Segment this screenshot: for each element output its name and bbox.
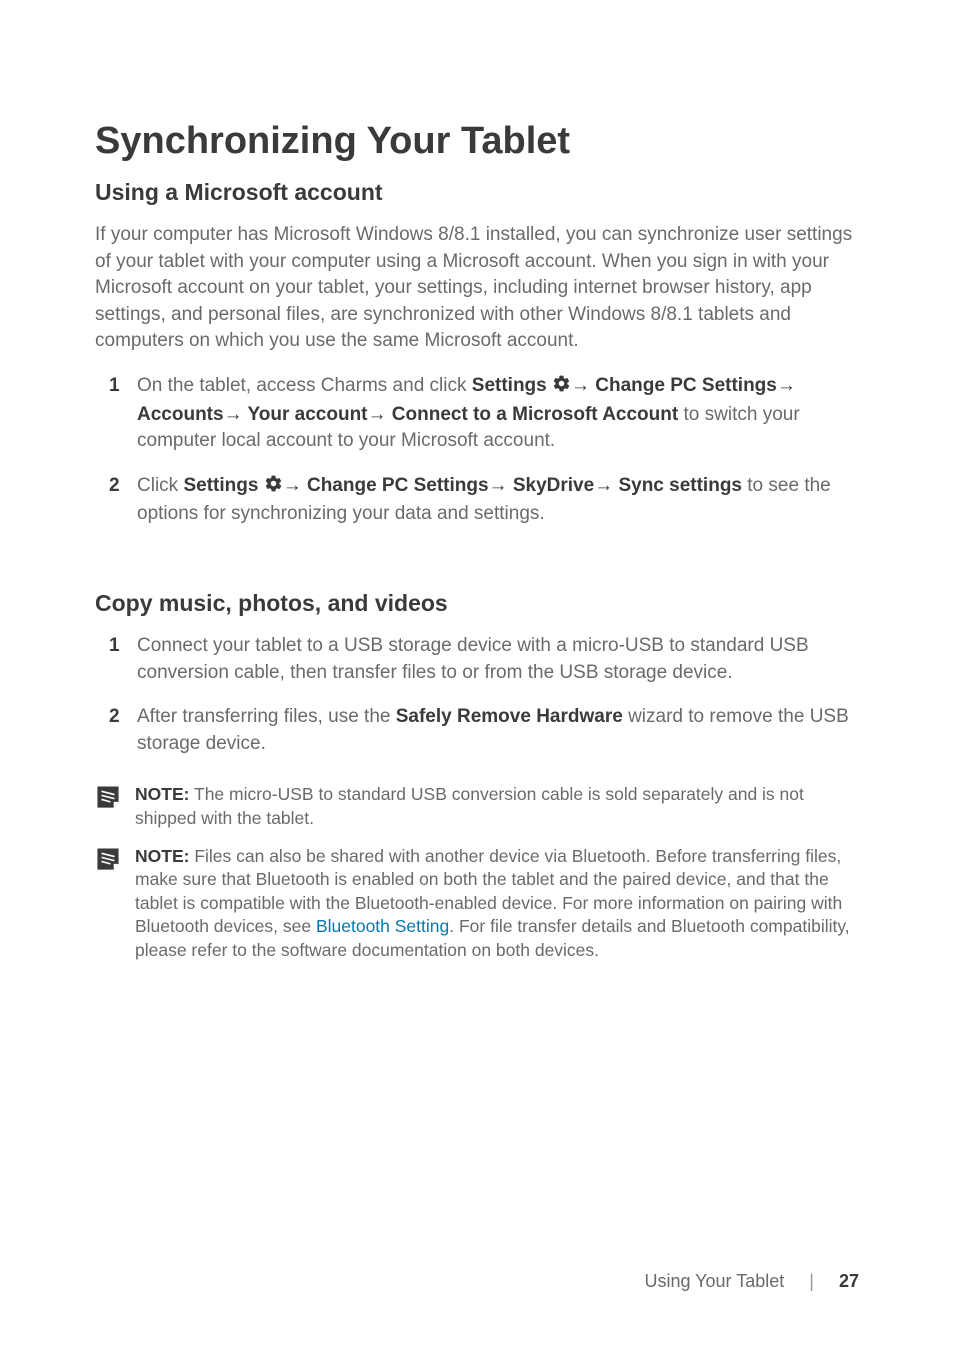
page-title: Synchronizing Your Tablet: [95, 120, 859, 163]
arrow-icon: →: [571, 375, 595, 396]
intro-paragraph: If your computer has Microsoft Windows 8…: [95, 222, 859, 355]
nav-path: Change PC Settings: [595, 375, 777, 396]
numbered-list-copy: 1 Connect your tablet to a USB storage d…: [137, 633, 859, 757]
arrow-icon: →: [283, 475, 307, 496]
arrow-icon: →: [489, 475, 513, 496]
note-icon: [95, 845, 123, 877]
note-icon: [95, 783, 123, 815]
bluetooth-setting-link[interactable]: Bluetooth Setting: [316, 916, 449, 936]
text-run: Connect your tablet to a USB storage dev…: [137, 635, 809, 683]
arrow-icon: →: [224, 404, 248, 425]
note-text: NOTE: Files can also be shared with anot…: [135, 845, 859, 963]
text-run: Click: [137, 475, 183, 496]
text-run: On the tablet, access Charms and click: [137, 375, 472, 396]
text-run: The micro-USB to standard USB conversion…: [135, 784, 804, 828]
step-number: 1: [109, 633, 120, 660]
page-number: 27: [839, 1271, 859, 1291]
note-label: NOTE:: [135, 784, 189, 804]
arrow-icon: →: [594, 475, 618, 496]
nav-path: Accounts: [137, 404, 224, 425]
wizard-name: Safely Remove Hardware: [396, 706, 623, 727]
nav-path: Sync settings: [618, 475, 742, 496]
list-item: 2 Click Settings → Change PC Settings→ S…: [137, 473, 859, 528]
list-item: 1 Connect your tablet to a USB storage d…: [137, 633, 859, 686]
section-heading-copy-media: Copy music, photos, and videos: [95, 590, 859, 617]
arrow-icon: →: [777, 375, 796, 396]
gear-icon: [264, 474, 283, 502]
nav-path: Connect to a Microsoft Account: [392, 404, 678, 425]
settings-label: Settings: [183, 475, 263, 496]
nav-path: Your account: [248, 404, 368, 425]
settings-label: Settings: [472, 375, 552, 396]
section-heading-microsoft-account: Using a Microsoft account: [95, 179, 859, 206]
page-footer: Using Your Tablet | 27: [644, 1271, 859, 1292]
nav-path: Change PC Settings: [307, 475, 489, 496]
list-item: 2 After transferring files, use the Safe…: [137, 704, 859, 757]
step-number: 1: [109, 373, 120, 400]
note-label: NOTE:: [135, 846, 189, 866]
numbered-list-sync: 1 On the tablet, access Charms and click…: [137, 373, 859, 528]
note-block: NOTE: The micro-USB to standard USB conv…: [95, 783, 859, 830]
footer-section-name: Using Your Tablet: [644, 1271, 784, 1291]
step-number: 2: [109, 473, 120, 500]
gear-icon: [552, 374, 571, 402]
nav-path: SkyDrive: [513, 475, 594, 496]
step-number: 2: [109, 704, 120, 731]
note-text: NOTE: The micro-USB to standard USB conv…: [135, 783, 859, 830]
note-block: NOTE: Files can also be shared with anot…: [95, 845, 859, 963]
arrow-icon: →: [368, 404, 392, 425]
list-item: 1 On the tablet, access Charms and click…: [137, 373, 859, 455]
text-run: After transferring files, use the: [137, 706, 396, 727]
footer-separator: |: [809, 1271, 814, 1291]
